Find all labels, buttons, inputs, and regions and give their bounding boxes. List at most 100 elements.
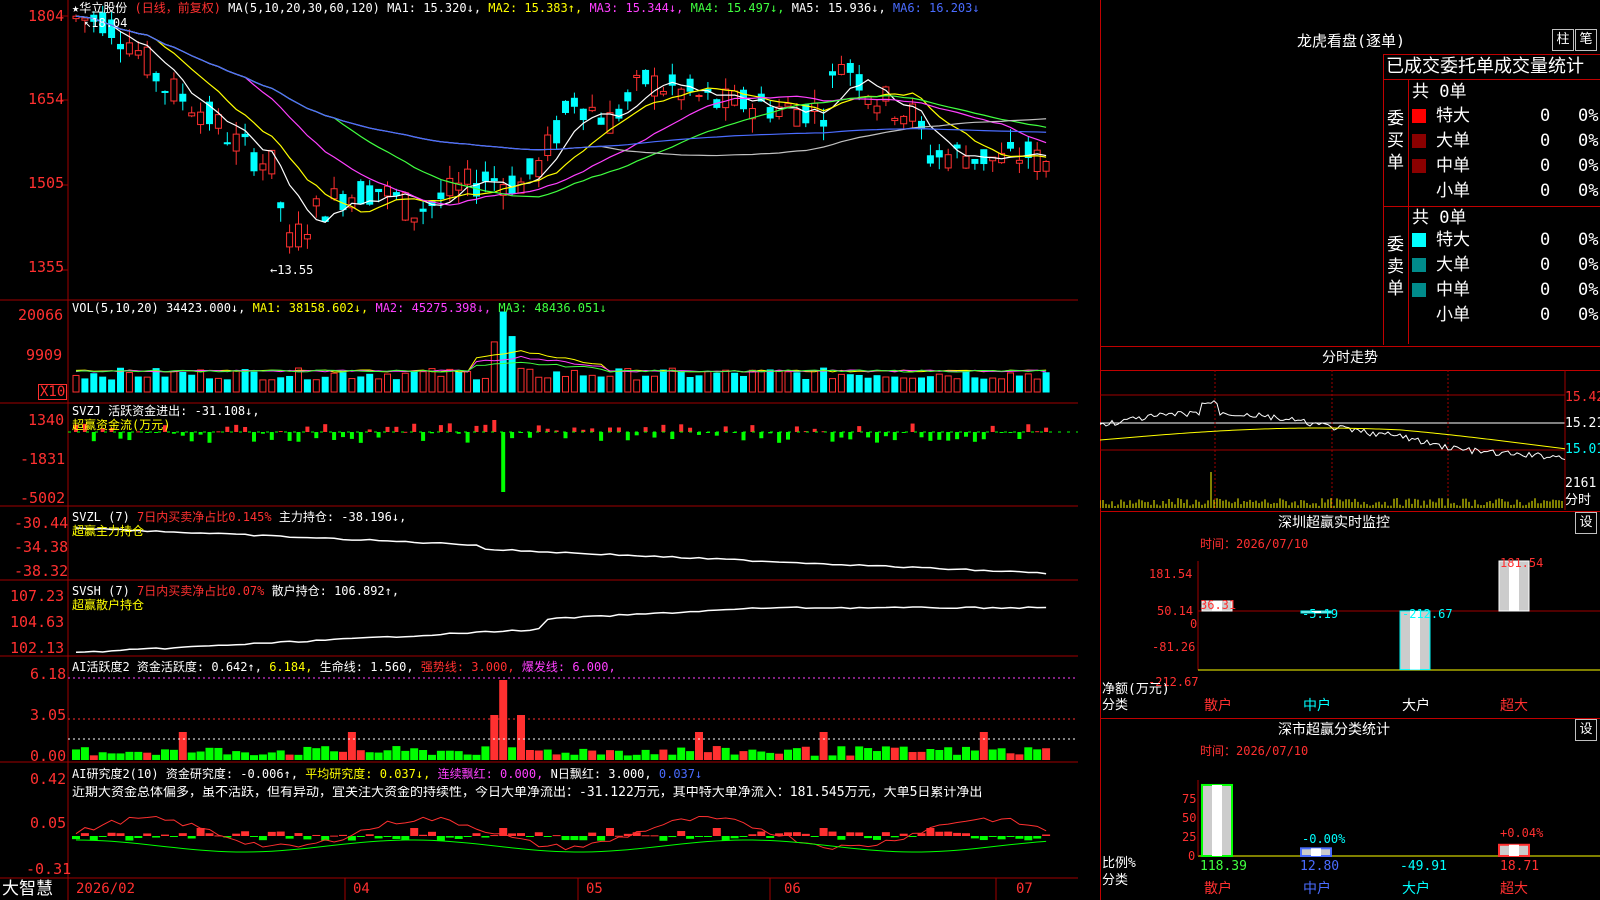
ai1-bar	[365, 752, 374, 760]
chart-mode[interactable]: (日线，前复权)	[134, 1, 220, 15]
svzj-bar	[608, 427, 612, 432]
pillar-button[interactable]: 柱	[1552, 29, 1574, 51]
volume-bar	[375, 378, 383, 393]
volume-bar	[321, 376, 329, 393]
ai1-bar	[1042, 748, 1051, 760]
ai1-bar	[1024, 747, 1033, 760]
volume-bar	[188, 374, 196, 393]
monitor-val: 181.54	[1500, 556, 1544, 570]
volume-bar	[597, 376, 605, 393]
y-label: 1340	[28, 411, 65, 429]
candle-body	[197, 111, 205, 126]
svzj-bar	[180, 432, 185, 436]
ai2-bar	[730, 836, 739, 839]
ai2-bar	[258, 836, 267, 841]
ai2-bar	[846, 832, 855, 836]
monitor-settings-button[interactable]: 设	[1575, 512, 1597, 534]
ai2-bar	[1024, 836, 1033, 841]
volume-bar	[918, 377, 925, 393]
ai2-bar	[383, 836, 392, 837]
classify-val: 12.80	[1300, 859, 1340, 874]
ai1-bar	[846, 755, 855, 760]
volume-bar	[695, 375, 703, 393]
volume-bar	[473, 379, 480, 393]
svzj-bar	[990, 425, 995, 432]
color-swatch	[1412, 159, 1426, 173]
svzj-bar	[839, 432, 844, 438]
volume-bar	[748, 369, 756, 393]
y-label: -30.44	[14, 514, 69, 532]
volume-bar	[829, 378, 836, 393]
ai2-line	[75, 815, 1047, 851]
fenshi-chart[interactable]	[1100, 370, 1600, 510]
ai2-a: 资金研究度: -0.006↑,	[165, 767, 299, 781]
stock-name[interactable]: 华立股份	[79, 1, 127, 15]
volume-bar	[1007, 372, 1014, 393]
chart-canvas[interactable]	[0, 0, 1078, 900]
volume-bar	[562, 375, 569, 393]
ai2-bar	[463, 836, 472, 837]
candle-body	[971, 158, 979, 164]
sell-row-label: 小单	[1436, 305, 1470, 325]
ai2-bar	[864, 836, 873, 839]
sell-row-count: 0	[1540, 230, 1551, 250]
y-label: 9909	[26, 346, 63, 364]
candle-body	[944, 154, 952, 169]
ai1-bar	[935, 749, 944, 760]
volume-bar	[1024, 373, 1032, 393]
ai2-bar	[107, 832, 116, 836]
ai1-bar	[285, 754, 294, 760]
ai2-bar	[1033, 836, 1042, 839]
svzj-bar	[332, 432, 337, 440]
volume-bar	[339, 372, 347, 393]
ai2-bar	[890, 836, 899, 838]
ai2-bar	[374, 836, 383, 839]
volume-bar	[766, 369, 774, 393]
candle-body	[935, 150, 943, 158]
ai1-c: 生命线: 1.560,	[319, 660, 414, 674]
buy-row-percent: 0%	[1578, 156, 1599, 176]
volume-bar	[935, 373, 943, 393]
svzj-bar	[474, 425, 479, 432]
volume-bar	[651, 375, 658, 393]
ai1-bar	[116, 753, 125, 760]
ai1-bar	[579, 748, 588, 760]
volume-bar	[99, 376, 107, 393]
ai2-bar	[997, 836, 1006, 840]
y-label: 104.63	[10, 613, 65, 631]
svzj-bar	[1035, 431, 1040, 433]
ma2-value: MA2: 15.383↑,	[488, 1, 583, 15]
ai1-bar	[374, 752, 383, 760]
ai2-bar	[570, 836, 579, 841]
lhb-tabs[interactable]: 已成交委托单成交量统计	[1386, 56, 1584, 78]
svzj-bar	[759, 432, 764, 439]
x-label: 04	[353, 881, 370, 897]
ai1-bar	[383, 750, 392, 760]
svzj-bar	[1044, 427, 1049, 432]
y-label: 1804	[28, 7, 65, 25]
ai1-bar	[347, 732, 356, 760]
ai1-bar	[339, 751, 347, 760]
volume-bar	[464, 371, 472, 393]
ai2-bar	[365, 834, 374, 836]
svzj-bar	[599, 432, 604, 441]
volume-bar	[677, 370, 685, 393]
buy-row-label: 大单	[1436, 131, 1470, 151]
y-label: -38.32	[14, 562, 69, 580]
pen-button[interactable]: 笔	[1575, 29, 1597, 51]
volume-bar	[1042, 372, 1050, 393]
ai1-bar	[80, 747, 89, 760]
candle-body	[597, 117, 605, 125]
volume-bar	[909, 377, 917, 393]
svzj-header: SVZJ 活跃资金进出: -31.108↓,	[72, 404, 260, 418]
classify-settings-button[interactable]: 设	[1575, 719, 1597, 741]
ai2-b: 平均研究度: 0.037↓,	[305, 767, 431, 781]
volume-bar	[490, 341, 498, 393]
ai1-bar	[970, 750, 979, 760]
ai1-d: 强势线: 3.000,	[420, 660, 515, 674]
volume-bar	[962, 371, 970, 393]
vol-unit-badge: X10	[38, 384, 68, 400]
ai1-bar	[534, 750, 543, 760]
ai1-bar	[134, 751, 143, 760]
volume-bars	[72, 311, 1050, 393]
